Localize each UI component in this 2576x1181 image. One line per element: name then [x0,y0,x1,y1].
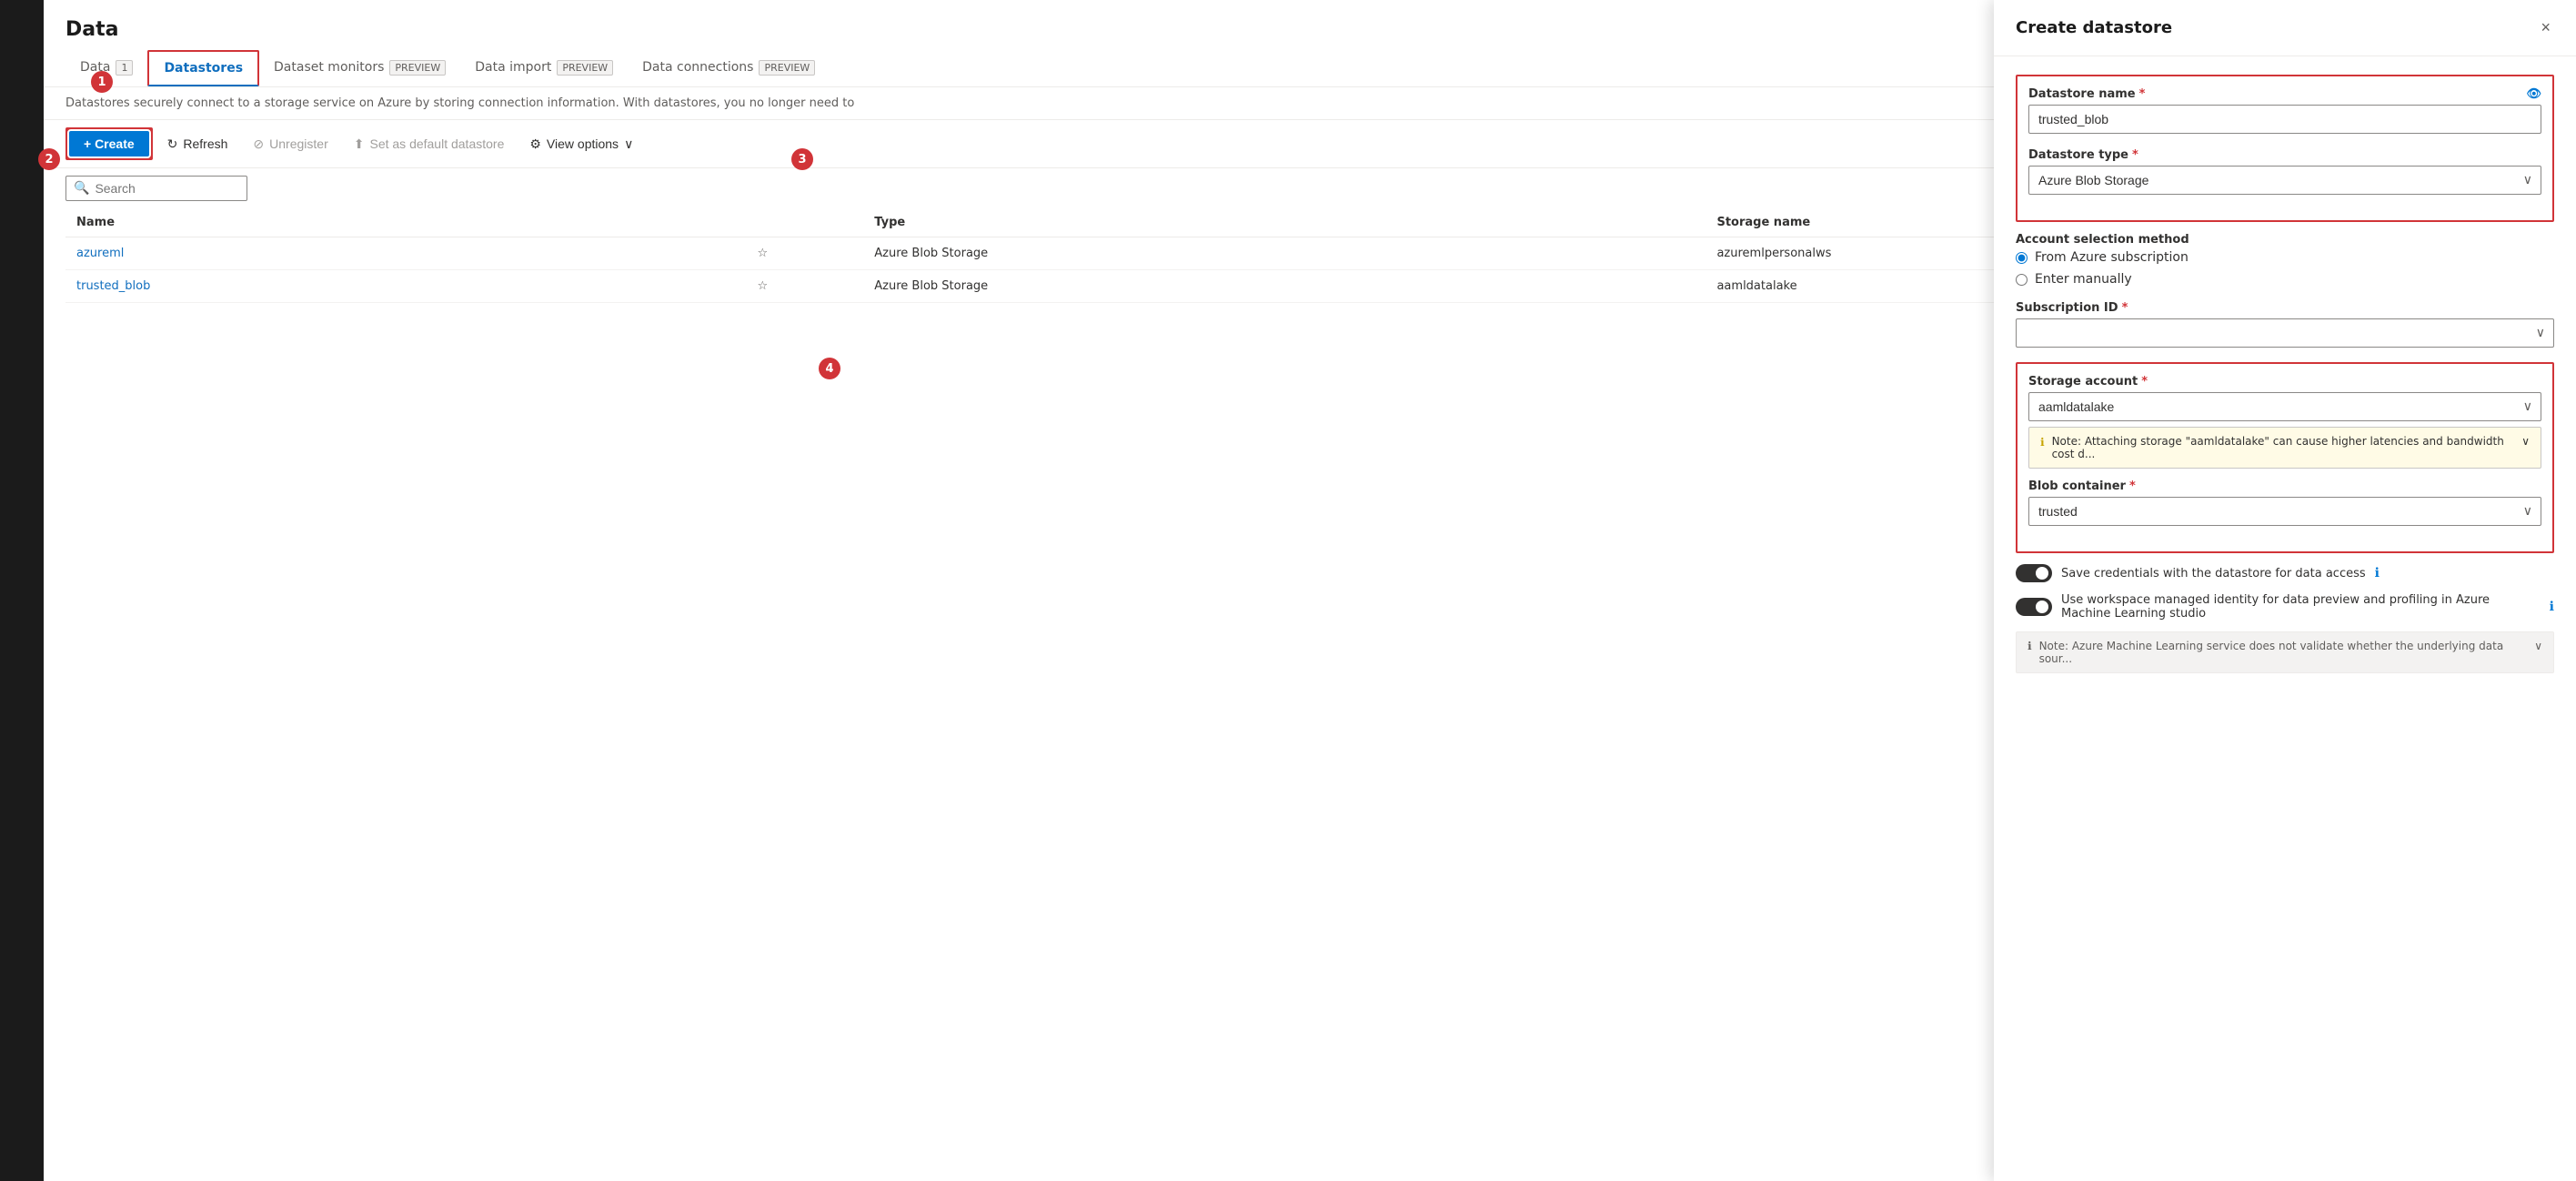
search-input[interactable] [95,181,239,196]
datastore-name-label: Datastore name * 👁 [2028,87,2541,101]
workspace-identity-label: Use workspace managed identity for data … [2061,593,2541,621]
refresh-button[interactable]: ↻ Refresh [156,131,239,157]
search-icon: 🔍 [74,181,89,196]
required-star-storage: * [2141,375,2148,389]
required-star-sub: * [2122,301,2128,315]
view-options-icon: ⚙ [529,136,541,152]
create-button-wrapper: + Create [65,127,153,160]
account-selection-section: Account selection method From Azure subs… [2016,233,2554,287]
set-default-icon: ⬆ [354,136,365,152]
save-credentials-info-icon[interactable]: ℹ [2375,566,2380,580]
datastore-name-section: Datastore name * 👁 [2028,87,2541,134]
datastore-type-select[interactable]: Azure Blob Storage [2028,166,2541,195]
search-box: 🔍 [65,176,247,201]
tab-data-import[interactable]: Data import PREVIEW [460,51,628,86]
radio-group: From Azure subscription Enter manually [2016,250,2554,287]
blob-container-select[interactable]: trusted [2028,497,2541,526]
bottom-note-text: Note: Azure Machine Learning service doe… [2039,640,2528,665]
unregister-button[interactable]: ⊘ Unregister [242,131,338,157]
subscription-id-section: Subscription ID * ∨ [2016,301,2554,348]
radio-manual[interactable]: Enter manually [2016,272,2554,287]
create-datastore-panel: Create datastore × Datastore name * 👁 Da… [1994,0,2576,1181]
datastore-type-label: Datastore type * [2028,148,2541,162]
tab-dataset-monitors[interactable]: Dataset monitors PREVIEW [259,51,460,86]
required-star-type: * [2132,148,2138,162]
refresh-label: Refresh [183,136,227,151]
subscription-select[interactable] [2016,318,2554,348]
blob-container-label: Blob container * [2028,479,2541,493]
step-1-badge: 1 [91,71,113,93]
step-3-badge: 3 [791,148,813,170]
info-icon: ℹ [2040,436,2045,449]
row-2-type: Azure Blob Storage [863,270,1706,303]
save-credentials-label: Save credentials with the datastore for … [2061,567,2366,580]
view-options-label: View options [547,136,619,151]
step-2-badge: 2 [38,148,60,170]
storage-select-wrapper: aamldatalake ∨ [2028,392,2541,421]
unregister-icon: ⊘ [253,136,264,152]
storage-account-section: Storage account * aamldatalake ∨ ℹ Note:… [2016,362,2554,553]
save-credentials-toggle[interactable] [2016,564,2052,582]
storage-note-banner: ℹ Note: Attaching storage "aamldatalake"… [2028,427,2541,469]
tab-data-connections-badge: PREVIEW [759,60,815,76]
tab-data-connections[interactable]: Data connections PREVIEW [628,51,830,86]
row-1-type: Azure Blob Storage [863,237,1706,270]
storage-account-label: Storage account * [2028,375,2541,389]
workspace-identity-row: Use workspace managed identity for data … [2016,593,2554,621]
tab-dataset-monitors-label: Dataset monitors [274,60,384,75]
eye-icon[interactable]: 👁 [2526,87,2541,101]
datastore-name-input[interactable] [2028,105,2541,134]
col-name: Name [65,208,661,237]
datastore-name-type-section: Datastore name * 👁 Datastore type * Azur… [2016,75,2554,222]
row-1-name[interactable]: azureml [76,247,124,260]
datastore-type-wrapper: Azure Blob Storage ∨ [2028,166,2541,195]
tab-datastores-label: Datastores [164,61,243,76]
view-options-button[interactable]: ⚙ View options ∨ [518,131,644,157]
required-star-blob: * [2129,479,2136,493]
row-2-name[interactable]: trusted_blob [76,279,150,293]
row-1-star[interactable]: ☆ [661,237,863,270]
chevron-down-icon: ∨ [624,136,633,152]
col-star [661,208,863,237]
panel-body: Datastore name * 👁 Datastore type * Azur… [1994,56,2576,1181]
radio-azure[interactable]: From Azure subscription [2016,250,2554,265]
row-2-star[interactable]: ☆ [661,270,863,303]
bottom-note-icon: ℹ [2028,640,2032,652]
refresh-icon: ↻ [167,136,178,152]
blob-select-wrapper: trusted ∨ [2028,497,2541,526]
subscription-id-label: Subscription ID * [2016,301,2554,315]
storage-account-select[interactable]: aamldatalake [2028,392,2541,421]
account-selection-label: Account selection method [2016,233,2554,247]
tab-dataset-monitors-badge: PREVIEW [389,60,446,76]
tab-datastores[interactable]: Datastores [147,50,259,86]
expand-note-icon[interactable]: ∨ [2521,435,2530,448]
tab-data-import-label: Data import [475,60,551,75]
bottom-note: ℹ Note: Azure Machine Learning service d… [2016,631,2554,673]
set-default-button[interactable]: ⬆ Set as default datastore [343,131,516,157]
subscription-select-wrapper: ∨ [2016,318,2554,348]
datastore-type-section: Datastore type * Azure Blob Storage ∨ [2028,148,2541,195]
tab-data-import-badge: PREVIEW [557,60,613,76]
col-type: Type [863,208,1706,237]
panel-title: Create datastore [2016,18,2172,37]
tab-data-badge: 1 [116,60,133,76]
set-default-label: Set as default datastore [369,136,504,151]
unregister-label: Unregister [269,136,328,151]
required-star: * [2139,87,2146,101]
tab-data-connections-label: Data connections [642,60,753,75]
workspace-identity-info-icon[interactable]: ℹ [2550,600,2554,614]
workspace-identity-toggle[interactable] [2016,598,2052,616]
expand-bottom-note-icon[interactable]: ∨ [2534,640,2542,652]
storage-note-text: Note: Attaching storage "aamldatalake" c… [2052,435,2515,460]
blob-container-section: Blob container * trusted ∨ [2028,479,2541,526]
save-credentials-row: Save credentials with the datastore for … [2016,564,2554,582]
step-4-badge: 4 [819,358,840,379]
panel-header: Create datastore × [1994,0,2576,56]
create-button[interactable]: + Create [69,131,149,156]
panel-close-button[interactable]: × [2537,15,2554,41]
